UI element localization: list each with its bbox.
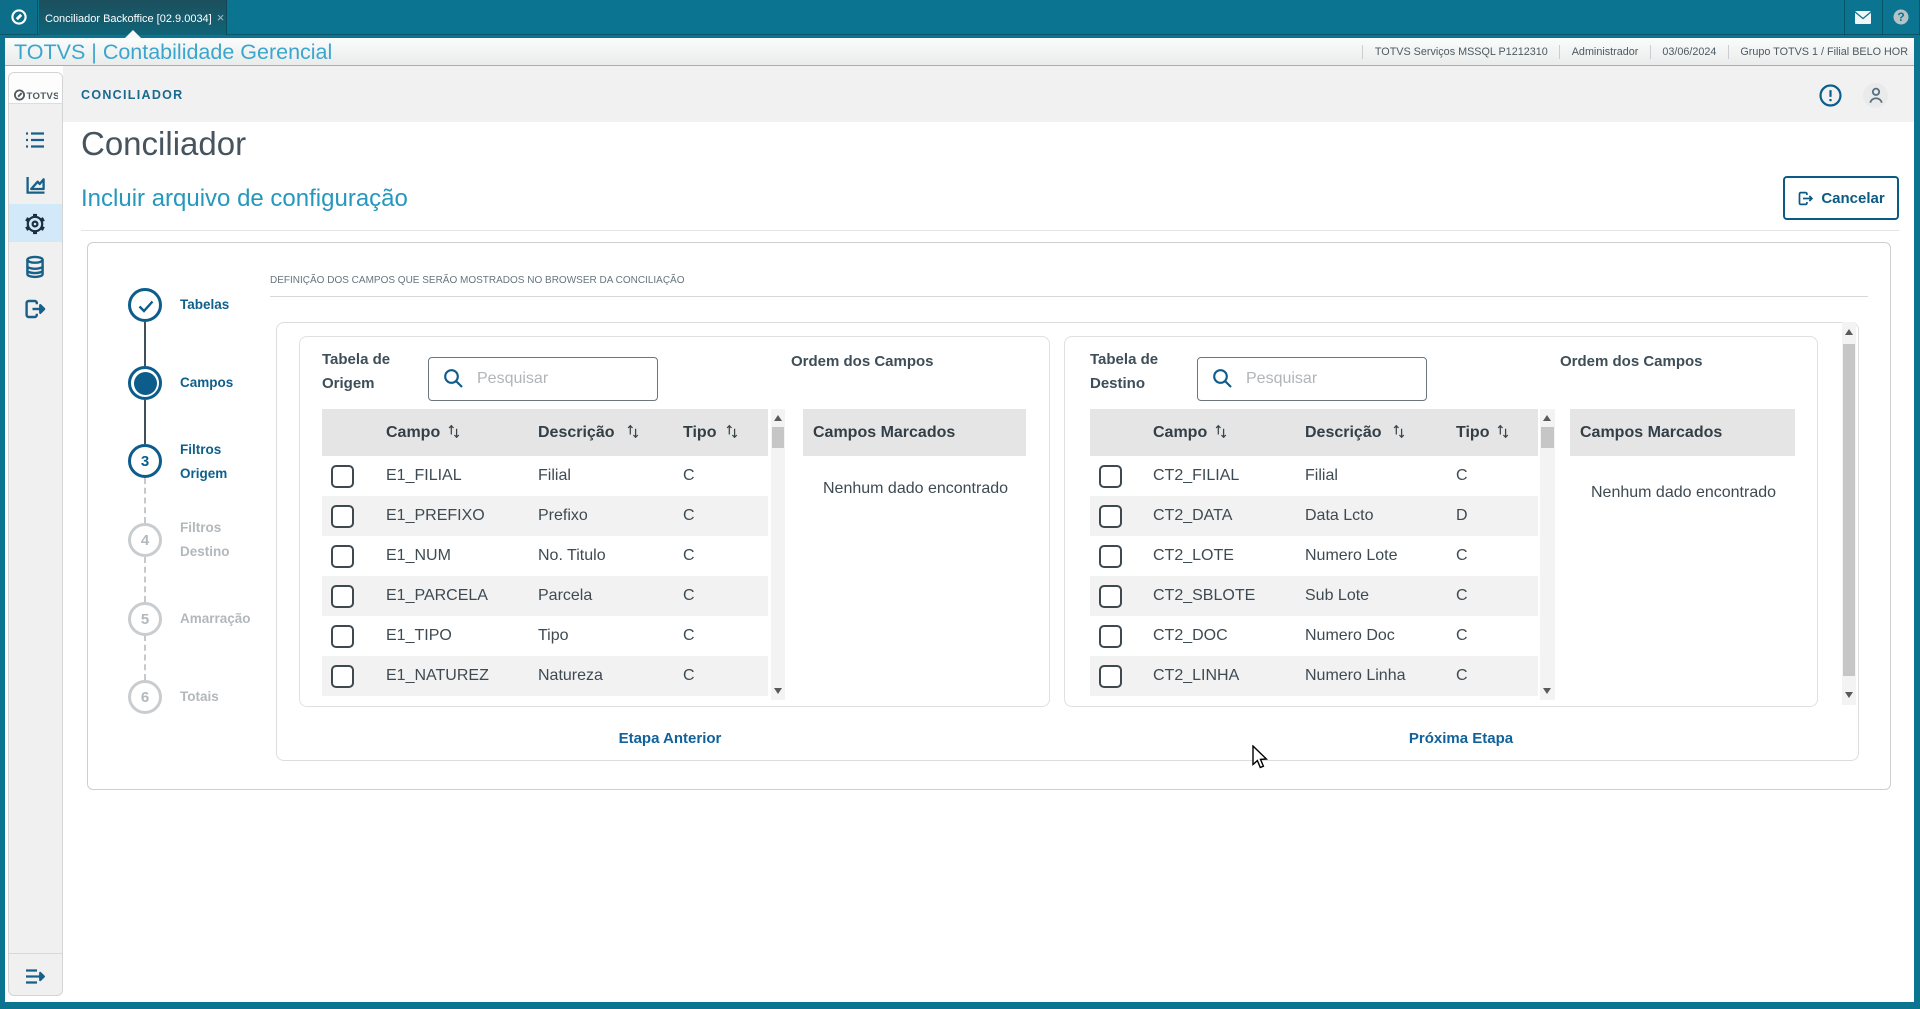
svg-text:TOTVS: TOTVS: [27, 91, 59, 101]
svg-text:?: ?: [1897, 10, 1904, 24]
